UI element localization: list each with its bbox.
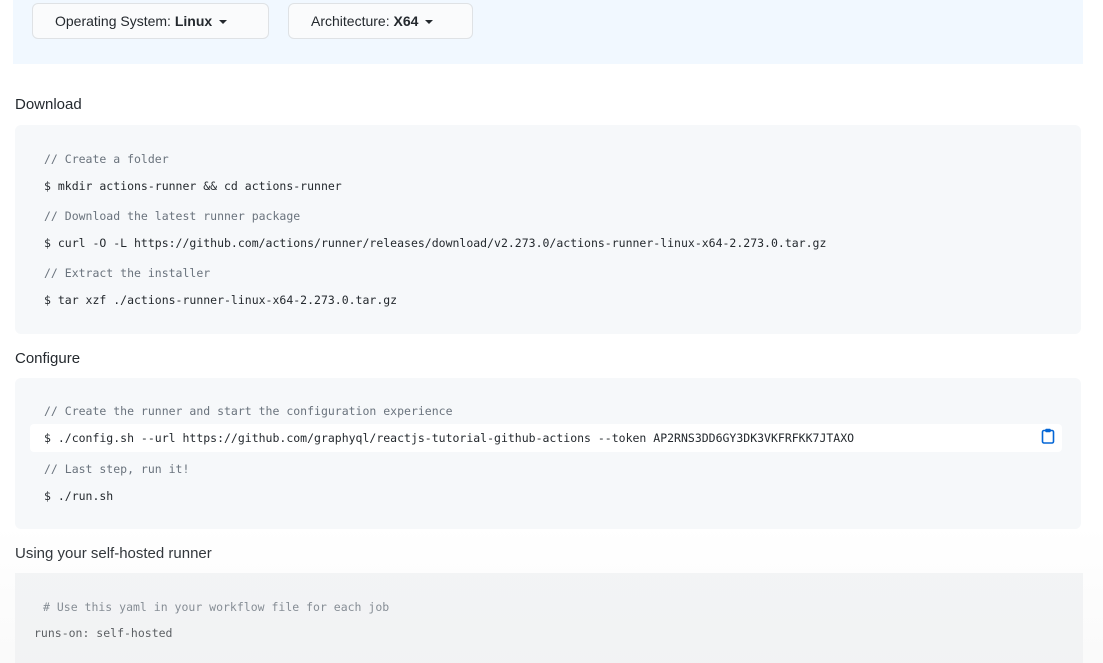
download-command-mkdir[interactable]: $ mkdir actions-runner && cd actions-run… (44, 179, 342, 193)
architecture-dropdown[interactable]: Architecture: X64 (288, 3, 473, 39)
chevron-down-icon (219, 20, 228, 25)
configure-comment-last-step: // Last step, run it! (44, 462, 190, 476)
configure-heading: Configure (15, 350, 81, 367)
download-command-tar[interactable]: $ tar xzf ./actions-runner-linux-x64-2.2… (44, 293, 397, 307)
architecture-dropdown-label: Architecture: (311, 13, 394, 29)
configure-comment-create-runner: // Create the runner and start the confi… (44, 404, 453, 418)
configure-command-config[interactable]: $ ./config.sh --url https://github.com/g… (44, 431, 854, 445)
using-yaml-runs-on[interactable]: runs-on: self-hosted (34, 626, 172, 640)
os-dropdown-label: Operating System: (55, 13, 175, 29)
configure-code-block (15, 378, 1081, 529)
download-heading: Download (15, 96, 82, 113)
configure-command-run[interactable]: $ ./run.sh (44, 489, 113, 503)
download-comment-extract: // Extract the installer (44, 266, 211, 280)
download-comment-create-folder: // Create a folder (44, 152, 169, 166)
download-command-curl[interactable]: $ curl -O -L https://github.com/actions/… (44, 236, 826, 250)
architecture-dropdown-value: X64 (393, 13, 419, 29)
clipboard-icon[interactable] (1041, 428, 1055, 444)
download-comment-latest-package: // Download the latest runner package (44, 209, 301, 223)
using-heading: Using your self-hosted runner (15, 545, 212, 562)
using-code-block (15, 573, 1083, 663)
using-comment: # Use this yaml in your workflow file fo… (43, 600, 390, 614)
chevron-down-icon (425, 20, 434, 25)
os-dropdown-value: Linux (174, 13, 213, 29)
os-dropdown[interactable]: Operating System: Linux (32, 3, 269, 39)
